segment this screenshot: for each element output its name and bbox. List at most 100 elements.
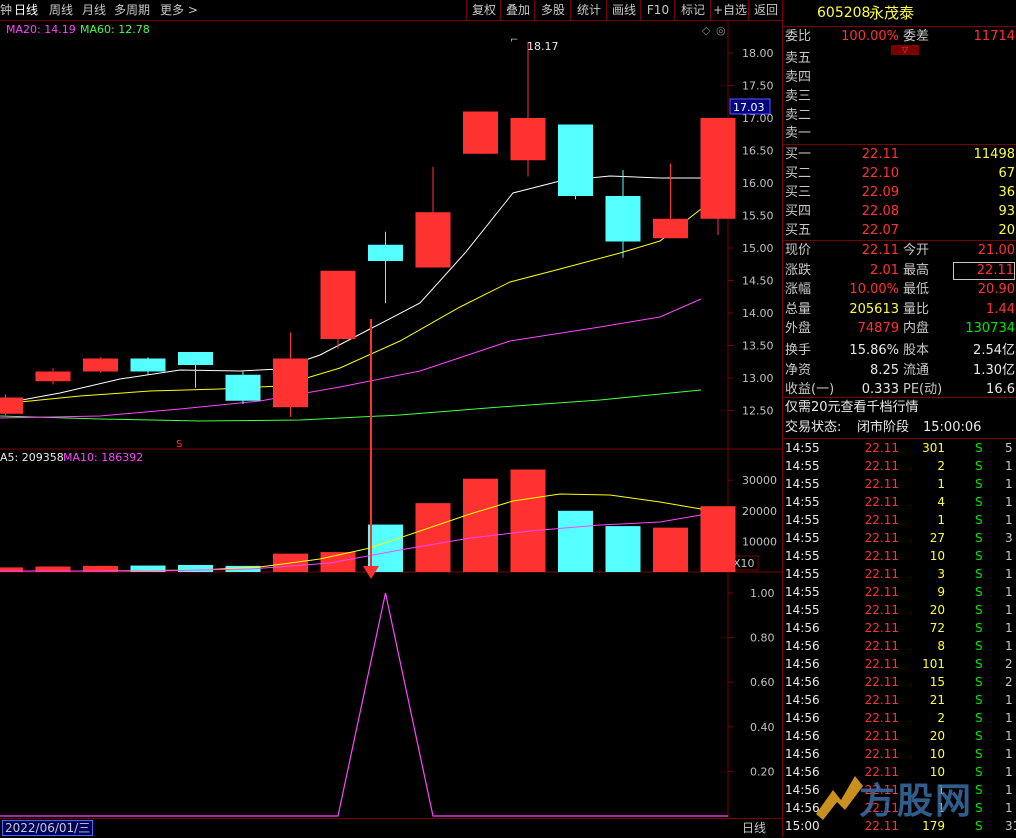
high-price-label: 18.17 (527, 40, 559, 53)
tick-side: S (975, 675, 983, 689)
kline-chart-area[interactable]: MA20: 14.19 MA60: 12.78 ◇ ◎ 18.00 17.50 17… (0, 21, 782, 818)
candle-body[interactable] (0, 397, 23, 414)
candle-body[interactable] (35, 371, 71, 382)
candle-body[interactable] (653, 218, 688, 239)
tick-volume: 4 (937, 495, 945, 509)
candle-body[interactable] (463, 111, 498, 154)
promo-text[interactable]: 仅需20元查看千档行情 (785, 398, 919, 418)
stat-label-2: 内盘 (903, 321, 930, 337)
tick-count: 1 (1005, 729, 1013, 743)
buy-volume: 20 (998, 223, 1015, 238)
back-button[interactable]: 返回 (748, 0, 783, 20)
tick-price: 22.11 (864, 567, 899, 581)
tick-price: 22.11 (864, 531, 899, 545)
tick-side: S (975, 549, 983, 563)
stat-value: 10.00% (849, 282, 899, 298)
buy-5-row: 买五 22.07 20 (783, 221, 1016, 241)
tab-minute[interactable]: 钟 (0, 1, 12, 19)
overlay-button[interactable]: 叠加 (500, 0, 535, 20)
tick-side: S (975, 819, 983, 833)
price-tick-label: 15.00 (742, 242, 774, 255)
sell-5-row: 卖五 (783, 49, 1016, 69)
weicha-value: 11714 (973, 29, 1015, 44)
tick-row: 14:55 22.11 27 S 3 (783, 529, 1016, 547)
candle-body[interactable] (225, 374, 261, 401)
buy-volume: 93 (998, 204, 1015, 219)
tick-row: 14:55 22.11 20 S 1 (783, 601, 1016, 619)
candle-body[interactable] (83, 358, 118, 372)
tick-volume: 1 (937, 801, 945, 815)
tick-row: 14:55 22.11 301 S 5 (783, 439, 1016, 457)
candle-body[interactable] (558, 124, 593, 197)
weibi-row: 委比 100.00% 委差 11714 (783, 27, 1016, 47)
promo-row[interactable]: 仅需20元查看千档行情 (783, 398, 1016, 418)
price-tick-label: 13.00 (742, 372, 774, 385)
candle-body[interactable] (605, 196, 641, 242)
tick-time: 14:56 (785, 729, 820, 743)
tick-count: 1 (1005, 711, 1013, 725)
candle-body[interactable] (415, 212, 451, 268)
buy-3-row: 买三 22.09 36 (783, 183, 1016, 203)
tick-side: S (975, 621, 983, 635)
tick-row: 14:56 22.11 20 S 1 (783, 727, 1016, 745)
price-tick-label: 12.50 (742, 405, 774, 418)
candle-body[interactable] (700, 118, 736, 219)
candle-body[interactable] (178, 352, 213, 365)
tick-price: 22.11 (864, 603, 899, 617)
stat-label: 涨跌 (785, 262, 812, 278)
stat-row: 涨跌 2.01 最高 22.11 (783, 261, 1016, 281)
candle-body[interactable] (320, 270, 356, 339)
tick-side: S (975, 693, 983, 707)
tick-row: 14:56 22.11 1 S 1 (783, 781, 1016, 799)
buy-label: 买五 (785, 223, 812, 238)
sell-1-label: 卖一 (785, 126, 812, 141)
multi-stock-button[interactable]: 多股 (534, 0, 571, 20)
tick-volume: 301 (922, 441, 945, 455)
tick-row: 14:56 22.11 2 S 1 (783, 709, 1016, 727)
fuquan-button[interactable]: 复权 (466, 0, 501, 20)
tick-side: S (975, 801, 983, 815)
buy-1-row: 买一 22.11 11498 (783, 145, 1016, 165)
statistics-button[interactable]: 统计 (570, 0, 607, 20)
settings-icon[interactable]: ◎ (716, 24, 726, 37)
tick-side: S (975, 477, 983, 491)
draw-line-button[interactable]: 画线 (606, 0, 641, 20)
volume-bar (463, 478, 498, 572)
tick-price: 22.11 (864, 585, 899, 599)
tick-count: 3 (1005, 531, 1013, 545)
tab-daily[interactable]: 日线 (14, 1, 38, 19)
candle-body[interactable] (273, 358, 308, 408)
buy-price: 22.08 (861, 204, 899, 219)
tick-side: S (975, 495, 983, 509)
ma60-label: MA60: 12.78 (80, 23, 150, 36)
tick-time: 14:56 (785, 693, 820, 707)
tab-more[interactable]: 更多 > (160, 1, 198, 19)
tick-count: 1 (1005, 621, 1013, 635)
tick-volume: 3 (937, 567, 945, 581)
tick-count: 31 (1005, 819, 1016, 833)
period-indicator[interactable]: 日线 (742, 820, 766, 836)
f10-button[interactable]: F10 (640, 0, 675, 20)
tick-row: 14:55 22.11 3 S 1 (783, 565, 1016, 583)
tab-multi-period[interactable]: 多周期 (114, 1, 150, 19)
price-tick-label: 15.50 (742, 210, 774, 223)
tick-volume: 15 (929, 675, 945, 689)
tab-weekly[interactable]: 周线 (49, 1, 73, 19)
sell-2-row: 卖二 (783, 106, 1016, 126)
stat-value-2: 130734 (965, 321, 1015, 337)
signal-mark: S (176, 439, 182, 450)
stat-label: 净资 (785, 362, 812, 378)
buy-price: 22.07 (861, 223, 899, 238)
tab-monthly[interactable]: 月线 (82, 1, 106, 19)
candle-body[interactable] (368, 244, 403, 261)
add-watchlist-button[interactable]: +自选 (710, 0, 749, 20)
tick-count: 1 (1005, 567, 1013, 581)
diamond-icon[interactable]: ◇ (702, 24, 711, 37)
candle-body[interactable] (510, 118, 546, 161)
tick-price: 22.11 (864, 675, 899, 689)
mark-button[interactable]: 标记 (674, 0, 711, 20)
tick-row: 14:55 22.11 1 S 1 (783, 475, 1016, 493)
stat-row: 换手 15.86% 股本 2.54亿 (783, 341, 1016, 361)
tick-time: 14:56 (785, 657, 820, 671)
candle-body[interactable] (130, 358, 166, 372)
